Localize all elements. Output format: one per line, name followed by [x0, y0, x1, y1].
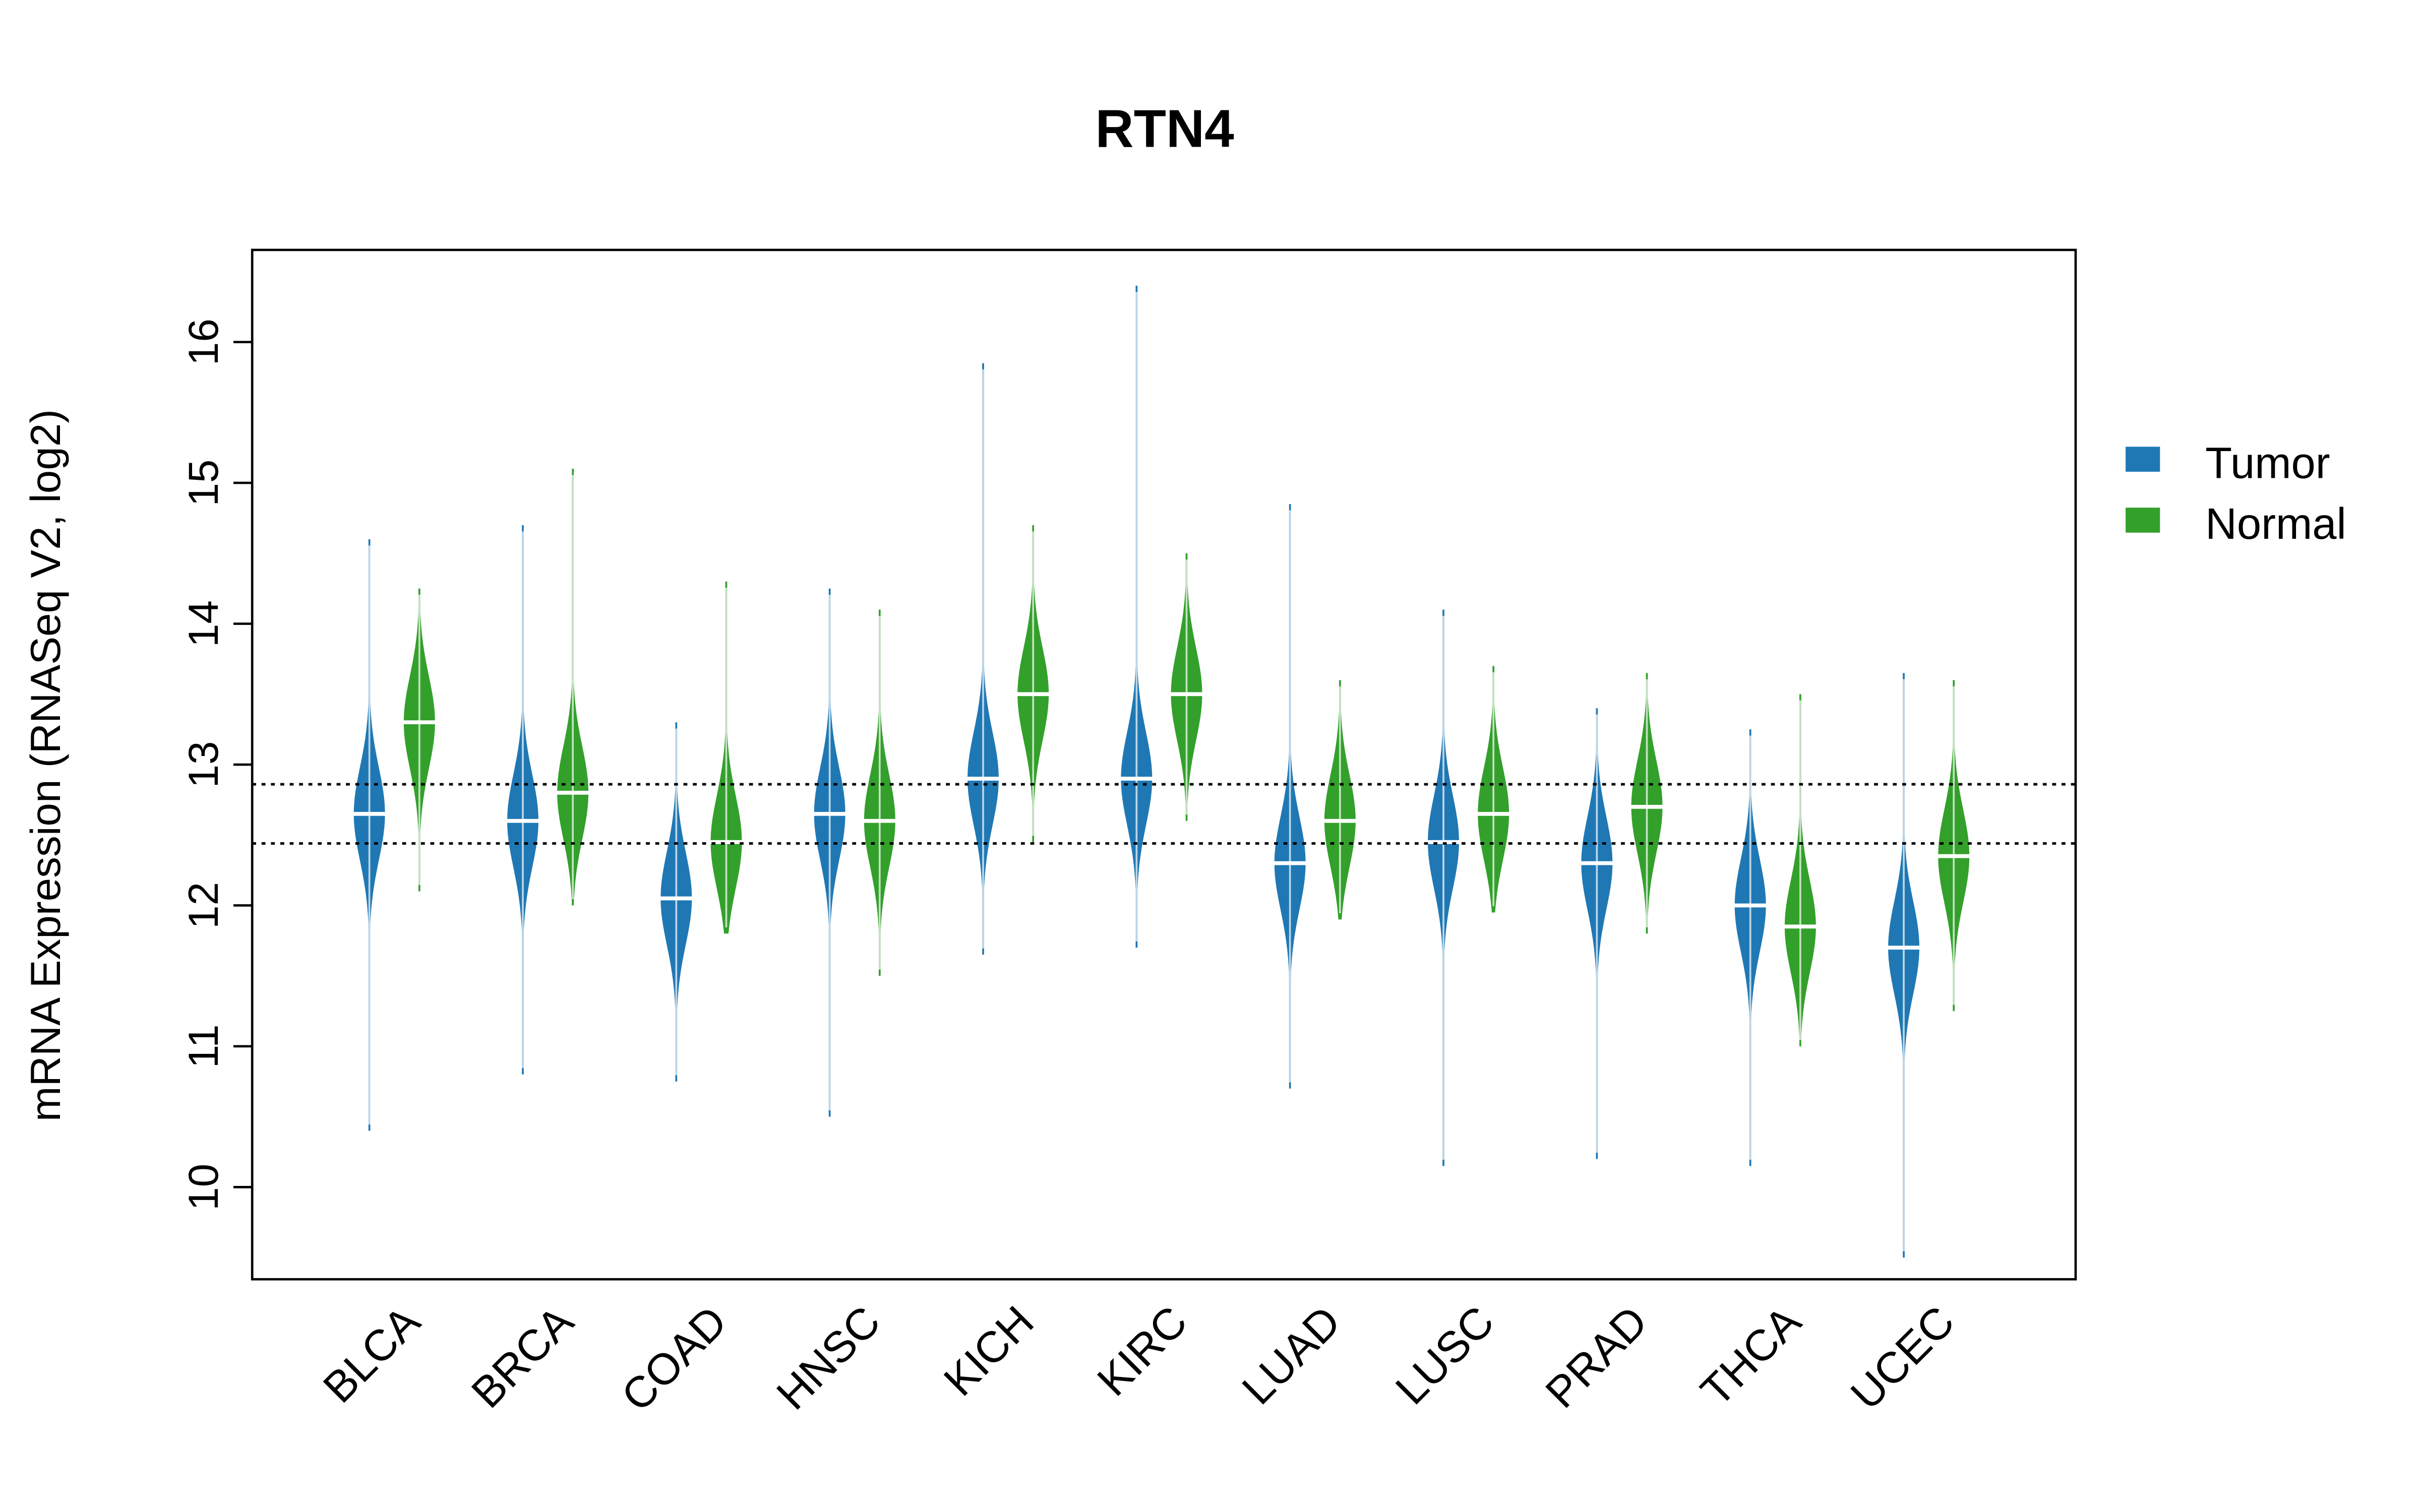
x-tick-label: KICH: [935, 1297, 1043, 1405]
y-tick-label: 11: [179, 1024, 227, 1068]
y-tick-label: 15: [179, 460, 227, 507]
x-tick-label: KIRC: [1088, 1297, 1196, 1405]
y-tick-label: 10: [179, 1164, 227, 1211]
x-tick-label: COAD: [612, 1297, 736, 1421]
x-tick-label: PRAD: [1536, 1297, 1657, 1417]
x-tick-label: UCEC: [1841, 1297, 1963, 1419]
legend-swatch-normal: [2126, 508, 2160, 533]
x-tick-label: BRCA: [462, 1297, 583, 1417]
x-tick-label: BLCA: [314, 1297, 430, 1412]
x-tick-label: HNSC: [767, 1297, 889, 1419]
legend-swatch-tumor: [2126, 447, 2160, 472]
x-axis: BLCA BRCA COAD HNSC KICH KIRC LUAD LUSC PRAD THCA…: [314, 1297, 1964, 1421]
y-tick-label: 12: [179, 882, 227, 929]
y-axis-label: mRNA Expression (RNASeq V2, log2): [22, 409, 69, 1121]
y-tick-label: 13: [179, 741, 227, 788]
legend-label-normal: Normal: [2205, 499, 2346, 548]
y-tick-label: 14: [179, 600, 227, 647]
violins: [352, 285, 1971, 1258]
legend-label-tumor: Tumor: [2205, 438, 2330, 487]
x-tick-label: THCA: [1691, 1297, 1810, 1416]
legend: Tumor Normal: [2126, 438, 2346, 548]
chart-title: RTN4: [1096, 99, 1235, 158]
y-tick-label: 16: [179, 319, 227, 365]
violin-chart: RTN4 mRNA Expression (RNASeq V2, log2) 1…: [22, 99, 2346, 1421]
x-tick-label: LUSC: [1386, 1297, 1503, 1414]
x-tick-label: LUAD: [1233, 1297, 1350, 1414]
y-axis: 10 11 12 13 14 15 16: [179, 319, 253, 1211]
